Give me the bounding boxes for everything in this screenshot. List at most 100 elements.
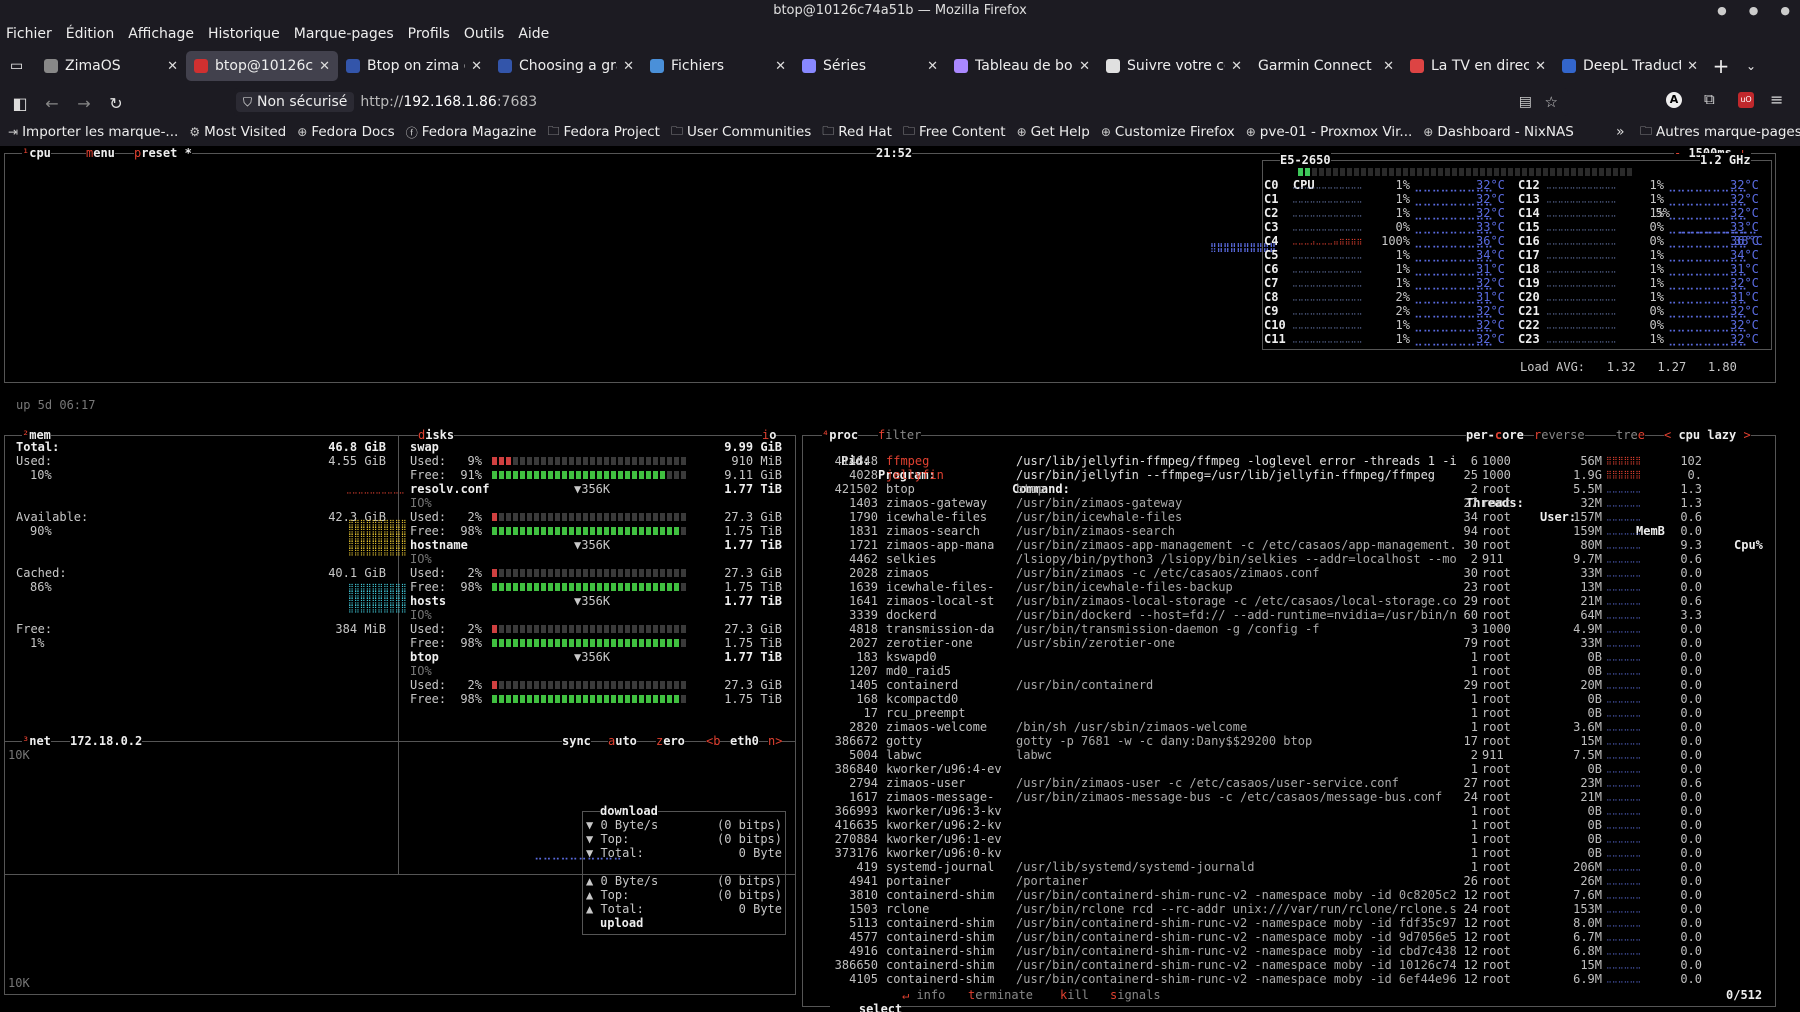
process-row[interactable]: 2820 zimaos-welcome/bin/sh /usr/sbin/zima… — [816, 720, 1776, 734]
process-row[interactable]: 5113 containerd-shim/usr/bin/containerd-s… — [816, 916, 1776, 930]
kill-action[interactable]: kill — [1060, 988, 1089, 1002]
close-tab-icon[interactable]: ✕ — [1535, 59, 1546, 74]
process-row[interactable]: 2028 zimaos/usr/bin/zimaos -c /etc/casaos… — [816, 566, 1776, 580]
process-row[interactable]: 416635 kworker/u96:2-kv 1 root 0B ⣀⣀⣀⣀⣀⣀ 0.0 — [816, 818, 1776, 832]
bookmark-item[interactable]: 🗀 User Communities — [671, 122, 811, 143]
process-row[interactable]: 168 kcompactd0 1 root 0B ⣀⣀⣀⣀⣀⣀ 0.0 — [816, 692, 1776, 706]
list-all-tabs-button[interactable]: ⌄ — [1736, 51, 1766, 81]
menu-profils[interactable]: Profils — [408, 22, 450, 46]
net-zero-toggle[interactable]: zero — [656, 734, 685, 748]
url-bar[interactable]: ⛉ Non sécurisé http://192.168.1.86:7683 … — [234, 88, 1568, 116]
proc-filter[interactable]: filter — [878, 428, 922, 442]
maximize-icon[interactable]: ● — [1749, 0, 1759, 22]
tab-6[interactable]: Tableau de bord ✕ — [946, 51, 1098, 81]
security-indicator[interactable]: ⛉ Non sécurisé — [236, 92, 355, 112]
tab-8[interactable]: Garmin Connect ✕ — [1250, 51, 1402, 81]
sidebar-button[interactable]: ◧ — [4, 94, 36, 113]
process-row[interactable]: 366993 kworker/u96:3-kv 1 root 0B ⣀⣀⣀⣀⣀⣀ 0.0 — [816, 804, 1776, 818]
menu-aide[interactable]: Aide — [518, 22, 549, 46]
process-row[interactable]: 4028 jellyfin/usr/bin/jellyfin --ffmpeg=/… — [816, 468, 1776, 482]
process-row[interactable]: 1405 containerd/usr/bin/containerd 29 root 2… — [816, 678, 1776, 692]
tab-7[interactable]: Suivre votre colis ✕ — [1098, 51, 1250, 81]
close-window-icon[interactable]: ● — [1780, 0, 1790, 22]
net-prev-iface[interactable]: <b — [706, 734, 721, 748]
process-row[interactable]: 17 rcu_preempt 1 root 0B ⣀⣀⣀⣀⣀⣀ 0.0 — [816, 706, 1776, 720]
process-row[interactable]: 270884 kworker/u96:1-ev 1 root 0B ⣀⣀⣀⣀⣀⣀ 0.0 — [816, 832, 1776, 846]
tab-5[interactable]: Séries ✕ — [794, 51, 946, 81]
bookmark-item[interactable]: ⇥ Importer les marque-... — [8, 124, 178, 140]
net-auto-toggle[interactable]: auto — [608, 734, 637, 748]
process-row[interactable]: 4462 selkies/lsiopy/bin/python3 /lsiopy/b… — [816, 552, 1776, 566]
process-row[interactable]: 4941 portainer/portainer 26 root 26M ⣀⣀⣀⣀⣀⣀ 0.… — [816, 874, 1776, 888]
process-row[interactable]: 414848 ffmpeg/usr/lib/jellyfin-ffmpeg/ffm… — [816, 454, 1776, 468]
close-tab-icon[interactable]: ✕ — [471, 59, 482, 74]
process-row[interactable]: 421502 btop btop 2 root 5.5M ⣀⣀⣀⣀⣀⣀ 1.3 — [816, 482, 1776, 496]
process-row[interactable]: 419 systemd-journal/usr/lib/systemd/syste… — [816, 860, 1776, 874]
net-sync-toggle[interactable]: sync — [562, 734, 591, 748]
close-tab-icon[interactable]: ✕ — [1231, 59, 1242, 74]
process-row[interactable]: 2027 zerotier-one/usr/sbin/zerotier-one 79… — [816, 636, 1776, 650]
process-row[interactable]: 1831 zimaos-search/usr/bin/zimaos-search 9… — [816, 524, 1776, 538]
bookmark-item[interactable]: 🗀 Free Content — [903, 122, 1006, 143]
menu-affichage[interactable]: Affichage — [128, 22, 194, 46]
other-bookmarks[interactable]: 🗀 Autres marque-pages — [1640, 122, 1800, 143]
hamburger-menu-icon[interactable]: ≡ — [1770, 90, 1783, 109]
menu-button[interactable]: menu — [86, 146, 115, 160]
bookmarks-overflow-icon[interactable]: » — [1616, 124, 1625, 140]
process-row[interactable]: 1403 zimaos-gateway/usr/bin/zimaos-gatewa… — [816, 496, 1776, 510]
process-row[interactable]: 5004 labwc labwc 2 911 7.5M ⣀⣀⣀⣀⣀⣀ 0.0 — [816, 748, 1776, 762]
info-action[interactable]: ↵ info — [902, 988, 946, 1002]
process-row[interactable]: 386840 kworker/u96:4-ev 1 root 0B ⣀⣀⣀⣀⣀⣀ 0.0 — [816, 762, 1776, 776]
process-row[interactable]: 4105 containerd-shim/usr/bin/containerd-s… — [816, 972, 1776, 986]
tab-9[interactable]: La TV en direct ! ✕ — [1402, 51, 1554, 81]
process-row[interactable]: 1790 icewhale-files/usr/bin/icewhale-file… — [816, 510, 1776, 524]
menu-édition[interactable]: Édition — [66, 22, 114, 46]
tab-1[interactable]: btop@10126c74a ✕ — [186, 51, 338, 81]
tab-4[interactable]: Fichiers ✕ — [642, 51, 794, 81]
reload-button[interactable]: ↻ — [100, 94, 132, 113]
menu-fichier[interactable]: Fichier — [6, 22, 52, 46]
close-tab-icon[interactable]: ✕ — [775, 59, 786, 74]
back-button[interactable]: ← — [36, 94, 68, 113]
bookmark-item[interactable]: ⊕ Dashboard - NixNAS — [1423, 124, 1574, 140]
process-row[interactable]: 1721 zimaos-app-mana/usr/bin/zimaos-app-m… — [816, 538, 1776, 552]
menu-historique[interactable]: Historique — [208, 22, 280, 46]
extensions-icon[interactable]: ⧉ — [1704, 90, 1715, 108]
signals-action[interactable]: signals — [1110, 988, 1161, 1002]
account-icon[interactable]: A — [1666, 92, 1682, 108]
proc-sort-selector[interactable]: < cpu lazy > — [1664, 428, 1751, 442]
process-row[interactable]: 4916 containerd-shim/usr/bin/containerd-s… — [816, 944, 1776, 958]
net-next-iface[interactable]: n> — [768, 734, 783, 748]
tab-0[interactable]: ZimaOS ✕ — [36, 51, 186, 81]
process-row[interactable]: 373176 kworker/u96:0-kv 1 root 0B ⣀⣀⣀⣀⣀⣀ 0.0 — [816, 846, 1776, 860]
close-tab-icon[interactable]: ✕ — [167, 59, 178, 74]
close-tab-icon[interactable]: ✕ — [1383, 59, 1394, 74]
tab-3[interactable]: Choosing a grap ✕ — [490, 51, 642, 81]
process-row[interactable]: 3810 containerd-shim/usr/bin/containerd-s… — [816, 888, 1776, 902]
reader-view-icon[interactable]: ▤ — [1519, 94, 1532, 110]
firefox-view-button[interactable]: ▭ — [6, 51, 36, 81]
forward-button[interactable]: → — [68, 94, 100, 113]
menu-marque-pages[interactable]: Marque-pages — [294, 22, 394, 46]
bookmark-item[interactable]: ⊕ pve-01 - Proxmox Vir... — [1246, 124, 1413, 140]
btop-terminal[interactable]: ¹cpu menu preset * 21:52 - 1500ms + up 5… — [0, 146, 1800, 1012]
process-row[interactable]: 1641 zimaos-local-st/usr/bin/zimaos-local… — [816, 594, 1776, 608]
process-row[interactable]: 1503 rclone/usr/bin/rclone rcd --rc-addr … — [816, 902, 1776, 916]
process-row[interactable]: 4577 containerd-shim/usr/bin/containerd-s… — [816, 930, 1776, 944]
process-row[interactable]: 2794 zimaos-user/usr/bin/zimaos-user -c /… — [816, 776, 1776, 790]
close-tab-icon[interactable]: ✕ — [1687, 59, 1698, 74]
close-tab-icon[interactable]: ✕ — [927, 59, 938, 74]
bookmark-item[interactable]: ⚙ Most Visited — [189, 124, 286, 140]
terminate-action[interactable]: terminate — [968, 988, 1034, 1002]
preset-button[interactable]: preset * — [134, 146, 192, 160]
bookmark-item[interactable]: ⊕ Customize Firefox — [1101, 124, 1235, 140]
close-tab-icon[interactable]: ✕ — [319, 59, 330, 74]
ublock-icon[interactable]: uO — [1738, 92, 1754, 108]
bookmark-item[interactable]: 🗀 Fedora Project — [547, 122, 659, 143]
tab-10[interactable]: DeepL Traductio ✕ — [1554, 51, 1706, 81]
process-row[interactable]: 1617 zimaos-message- /usr/bin/zimaos-messa… — [816, 790, 1776, 804]
proc-tree-toggle[interactable]: tree — [1616, 428, 1645, 442]
tab-2[interactable]: Btop on zima os ✕ — [338, 51, 490, 81]
bookmark-item[interactable]: 🗀 Red Hat — [822, 122, 892, 143]
bookmark-star-icon[interactable]: ☆ — [1545, 93, 1558, 111]
